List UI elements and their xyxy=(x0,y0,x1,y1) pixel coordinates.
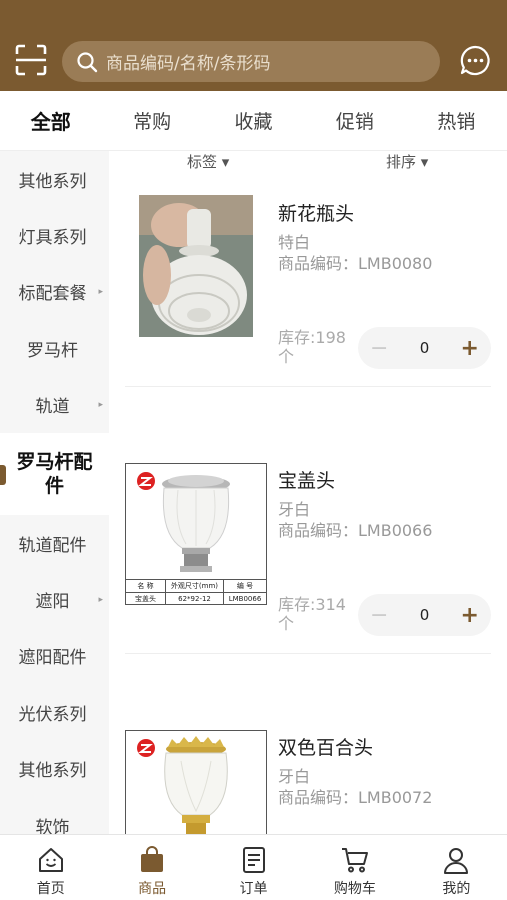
sidebar-item-label: 软饰 xyxy=(35,817,70,834)
sidebar-item-shading[interactable]: 遮阳 ▸ xyxy=(0,571,109,627)
product-image[interactable] xyxy=(139,195,253,337)
sidebar-item-label: 标配套餐 xyxy=(18,284,87,305)
tag-filter-button[interactable]: 标签 ▾ xyxy=(187,151,229,172)
product-code: 商品编码：LMB0080 xyxy=(278,254,433,273)
category-tabs: 全部 常购 收藏 促销 热销 xyxy=(0,91,507,151)
product-list: 新花瓶头 特白 商品编码：LMB0080 库存:198个 − 0 + 名 称 外… xyxy=(109,173,507,834)
cap-finial-image xyxy=(137,472,230,572)
nav-cart[interactable]: 购物车 xyxy=(304,835,405,900)
tab-favorites[interactable]: 收藏 xyxy=(203,91,304,150)
product-image[interactable]: 名 称 外观尺寸(mm) 编 号 宝盖头 62*92-12 LMB0066 xyxy=(125,463,267,605)
increase-button[interactable]: + xyxy=(461,603,479,628)
nav-label: 我的 xyxy=(442,881,471,897)
top-header: 商品编码/名称/条形码 xyxy=(0,0,507,91)
tab-promotion[interactable]: 促销 xyxy=(304,91,405,150)
nav-label: 商品 xyxy=(138,881,167,897)
order-icon xyxy=(242,847,265,873)
decrease-button[interactable]: − xyxy=(370,603,388,628)
category-sidebar: 其他系列 灯具系列 标配套餐 ▸ 罗马杆 轨道 ▸ 罗马杆配件 轨道配件 遮阳 ▸ 遮… xyxy=(0,151,109,834)
quantity-value[interactable]: 0 xyxy=(420,606,430,624)
nav-orders[interactable]: 订单 xyxy=(203,835,304,900)
product-name: 宝盖头 xyxy=(278,470,336,492)
sidebar-item-soft-decor[interactable]: 软饰 xyxy=(0,797,109,834)
expand-arrow-icon: ▸ xyxy=(98,594,103,605)
lily-finial-image xyxy=(137,736,228,834)
product-image[interactable] xyxy=(125,730,267,834)
sidebar-item-package[interactable]: 标配套餐 ▸ xyxy=(0,264,109,320)
search-bar[interactable]: 商品编码/名称/条形码 xyxy=(62,41,440,82)
sidebar-item-label: 其他系列 xyxy=(18,171,87,192)
spec-value-code: LMB0066 xyxy=(228,595,262,603)
nav-label: 订单 xyxy=(239,881,268,897)
bag-icon xyxy=(141,846,164,872)
nav-products[interactable]: 商品 xyxy=(101,835,202,900)
sidebar-item-lamps[interactable]: 灯具系列 xyxy=(0,207,109,263)
sidebar-item-label: 遮阳配件 xyxy=(18,648,87,669)
spec-header-size: 外观尺寸(mm) xyxy=(166,580,224,592)
sidebar-item-other-2[interactable]: 其他系列 xyxy=(0,741,109,797)
divider xyxy=(125,653,491,654)
sidebar-item-label: 罗马杆配件 xyxy=(16,450,93,497)
spec-value-name: 宝盖头 xyxy=(126,593,166,604)
sidebar-item-label: 其他系列 xyxy=(18,761,87,782)
expand-arrow-icon: ▸ xyxy=(98,399,103,410)
nav-label: 首页 xyxy=(36,881,65,897)
sidebar-item-label: 罗马杆 xyxy=(27,340,78,361)
decrease-button[interactable]: − xyxy=(370,336,388,361)
sidebar-item-label: 轨道 xyxy=(35,397,70,418)
expand-arrow-icon: ▸ xyxy=(98,286,103,297)
filter-bar: 标签 ▾ 排序 ▾ xyxy=(109,151,507,173)
sidebar-item-track-parts[interactable]: 轨道配件 xyxy=(0,515,109,571)
sidebar-item-shading-parts[interactable]: 遮阳配件 xyxy=(0,628,109,684)
quantity-value[interactable]: 0 xyxy=(420,339,430,357)
sort-button[interactable]: 排序 ▾ xyxy=(386,151,428,172)
product-stock: 库存:314个 xyxy=(278,595,346,633)
vase-finial-image xyxy=(139,195,253,337)
sidebar-item-roman-rod-parts[interactable]: 罗马杆配件 xyxy=(0,432,109,515)
user-icon xyxy=(444,848,469,874)
tab-hot[interactable]: 热销 xyxy=(406,91,507,150)
sidebar-item-label: 灯具系列 xyxy=(18,228,87,249)
sidebar-item-solar[interactable]: 光伏系列 xyxy=(0,684,109,740)
nav-home[interactable]: 首页 xyxy=(0,835,101,900)
nav-label: 购物车 xyxy=(333,881,376,897)
sidebar-item-label: 光伏系列 xyxy=(18,704,87,725)
search-placeholder: 商品编码/名称/条形码 xyxy=(106,54,271,74)
sidebar-item-label: 遮阳 xyxy=(35,592,70,613)
tab-frequent[interactable]: 常购 xyxy=(101,91,202,150)
increase-button[interactable]: + xyxy=(461,336,479,361)
sidebar-item-label: 轨道配件 xyxy=(18,535,87,556)
home-icon xyxy=(38,848,63,872)
product-code: 商品编码：LMB0072 xyxy=(278,788,433,807)
scan-icon[interactable] xyxy=(14,43,48,77)
bottom-nav: 首页 商品 订单 购物车 我的 xyxy=(0,834,507,900)
tab-all[interactable]: 全部 xyxy=(0,91,101,150)
quantity-stepper: − 0 + xyxy=(358,594,491,636)
product-name: 双色百合头 xyxy=(278,737,374,759)
sidebar-item-other[interactable]: 其他系列 xyxy=(0,151,109,207)
spec-header-code: 编 号 xyxy=(236,582,254,590)
message-icon[interactable] xyxy=(459,44,492,77)
search-icon xyxy=(77,51,98,72)
divider xyxy=(125,386,491,387)
sidebar-item-roman-rod[interactable]: 罗马杆 xyxy=(0,320,109,376)
cart-icon xyxy=(341,848,368,873)
spec-header-name: 名 称 xyxy=(126,580,166,592)
product-code: 商品编码：LMB0066 xyxy=(278,521,433,540)
nav-mine[interactable]: 我的 xyxy=(406,835,507,900)
spec-value-size: 62*92-12 xyxy=(166,593,224,604)
product-name: 新花瓶头 xyxy=(278,203,355,225)
spec-label-table: 名 称 外观尺寸(mm) 编 号 宝盖头 62*92-12 LMB0066 xyxy=(126,579,266,604)
quantity-stepper: − 0 + xyxy=(358,327,491,369)
product-stock: 库存:198个 xyxy=(278,328,346,366)
sidebar-item-track[interactable]: 轨道 ▸ xyxy=(0,377,109,433)
